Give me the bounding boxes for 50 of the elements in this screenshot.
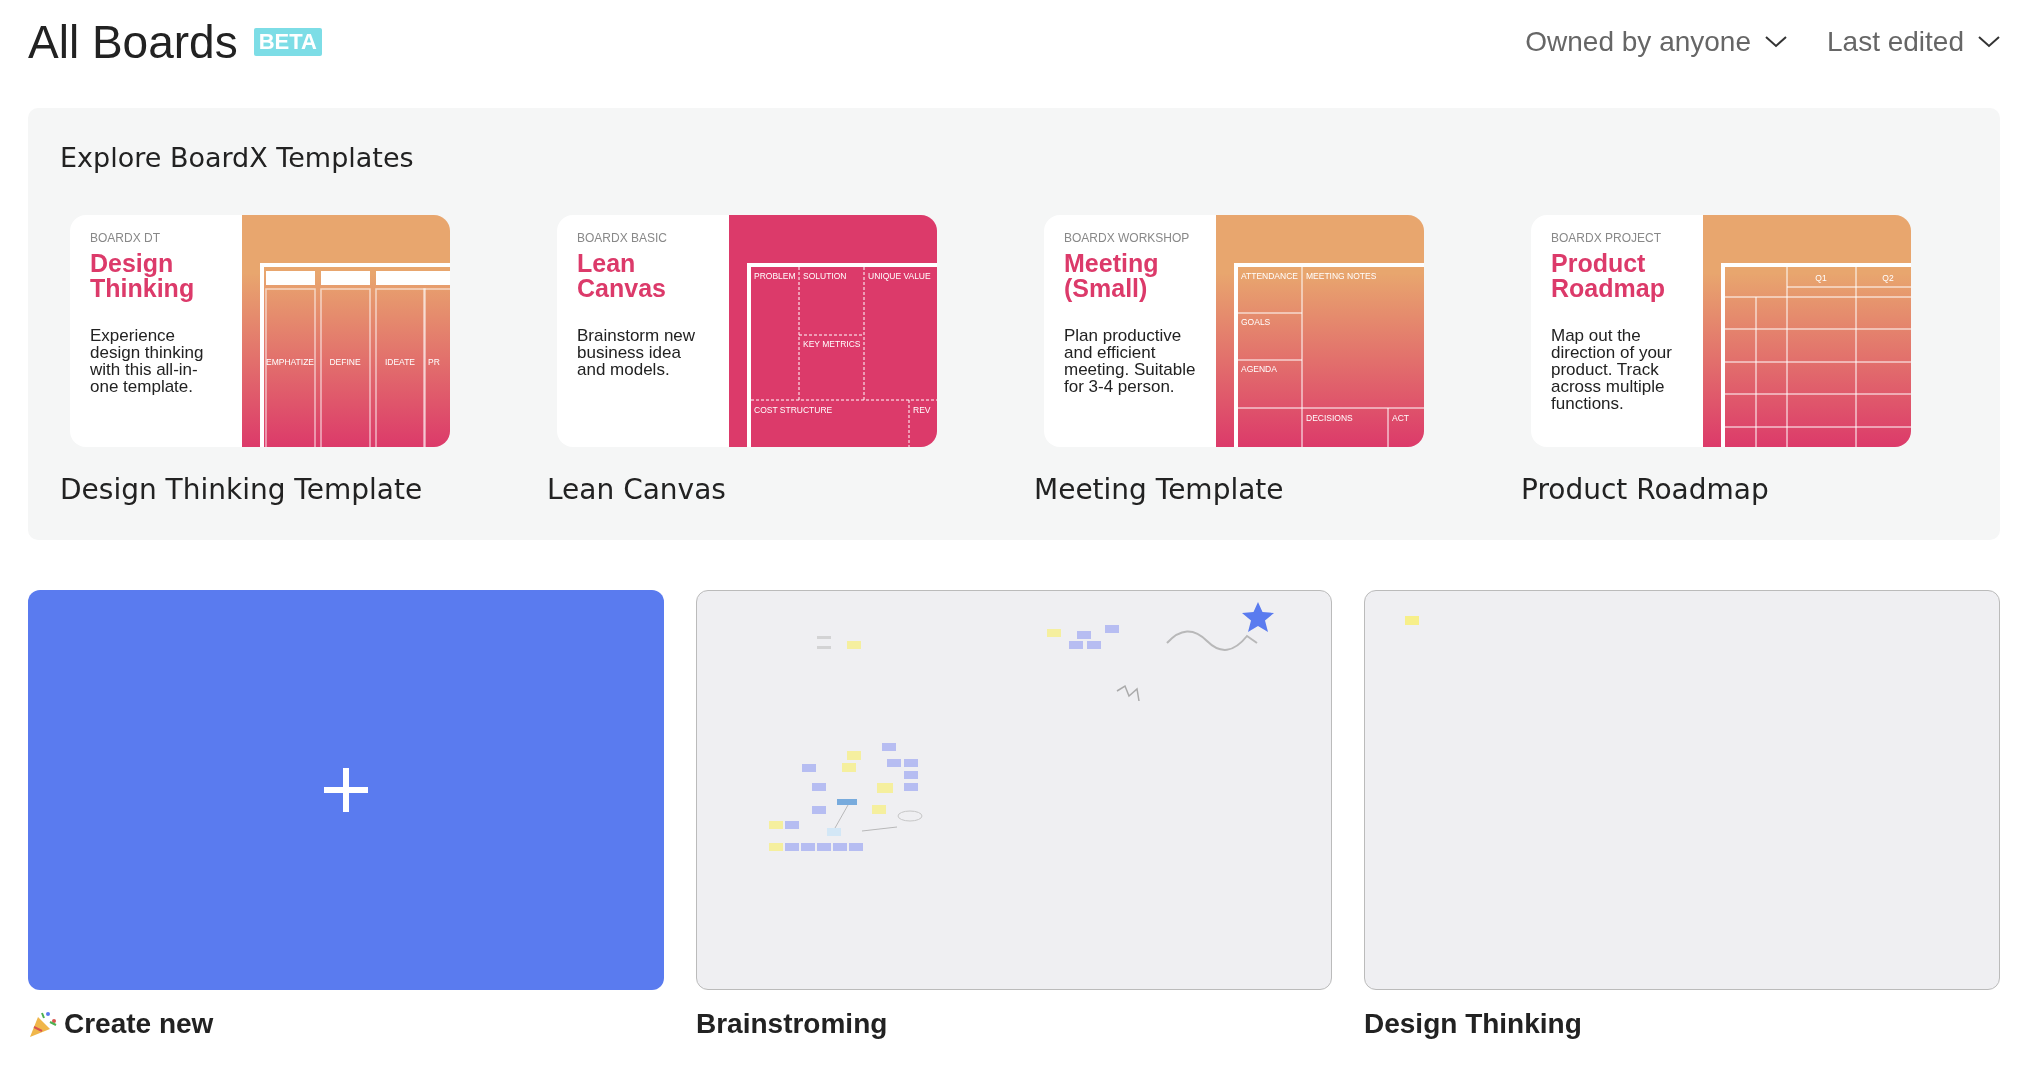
grid-label: AGENDA: [1241, 364, 1277, 374]
template-category: BOARDX PROJECT: [1551, 231, 1662, 245]
create-board-button[interactable]: [28, 590, 664, 990]
template-description: Map out the direction of your product. Track across multiple functions.: [1551, 327, 1673, 412]
grid-label: EMPHATIZE: [266, 357, 314, 367]
template-heading: Design Thinking: [90, 251, 196, 301]
grid-label: DECISIONS: [1306, 413, 1353, 423]
board-preview[interactable]: [1364, 590, 2000, 990]
page-title: All Boards: [28, 15, 238, 69]
beta-badge: BETA: [253, 28, 322, 56]
template-heading: Lean Canvas: [577, 251, 667, 301]
grid-label: DEFINE: [329, 357, 361, 367]
grid-label: SOLUTION: [803, 271, 847, 281]
template-category: BOARDX DT: [90, 231, 161, 245]
section-heading: Explore BoardX Templates: [60, 142, 415, 173]
grid-label: COST STRUCTURE: [754, 405, 833, 415]
chevron-down-icon: [1978, 36, 2000, 48]
create-new-label: Create new: [64, 1008, 214, 1040]
template-description: Experience design thinking with this all-in-one template.: [90, 327, 205, 395]
template-name[interactable]: Meeting Template: [1034, 473, 1481, 506]
grid-label: Q2: [1882, 273, 1894, 283]
grid-label: UNIQUE VALUE: [868, 271, 931, 281]
board-name[interactable]: Design Thinking: [1364, 1008, 1582, 1040]
template-name[interactable]: Lean Canvas: [547, 473, 994, 506]
filter-dropdown[interactable]: Last edited: [1827, 22, 2000, 62]
sticky-note-drawing: [1405, 616, 1419, 625]
party-popper-icon: [28, 1009, 58, 1039]
grid-label: ATTENDANCE: [1241, 271, 1298, 281]
board-name[interactable]: Brainstroming: [696, 1008, 888, 1040]
template-heading: Meeting (Small): [1064, 251, 1160, 301]
grid-label: GOALS: [1241, 317, 1271, 327]
template-heading: Product Roadmap: [1551, 251, 1666, 301]
grid-label: PROBLEM: [754, 271, 796, 281]
grid-label: REV: [913, 405, 931, 415]
filter-dropdown[interactable]: Owned by anyone: [1525, 22, 1787, 62]
grid-label: PR: [428, 357, 440, 367]
plus-icon: [322, 766, 370, 814]
grid-label: Q1: [1815, 273, 1827, 283]
template-description: Brainstorm new business idea and models.: [577, 327, 697, 378]
template-category: BOARDX BASIC: [577, 231, 669, 245]
grid-label: KEY METRICS: [803, 339, 861, 349]
template-name[interactable]: Design Thinking Template: [60, 473, 507, 506]
grid-label: MEETING NOTES: [1306, 271, 1377, 281]
star-icon[interactable]: [1241, 601, 1275, 633]
template-description: Plan productive and efficient meeting. Suitable for 3-4 person.: [1064, 327, 1196, 395]
template-name[interactable]: Product Roadmap: [1521, 473, 1968, 506]
grid-label: ACT: [1392, 413, 1409, 423]
chevron-down-icon: [1765, 36, 1787, 48]
template-category: BOARDX WORKSHOP: [1064, 231, 1191, 245]
grid-label: IDEATE: [384, 357, 416, 367]
